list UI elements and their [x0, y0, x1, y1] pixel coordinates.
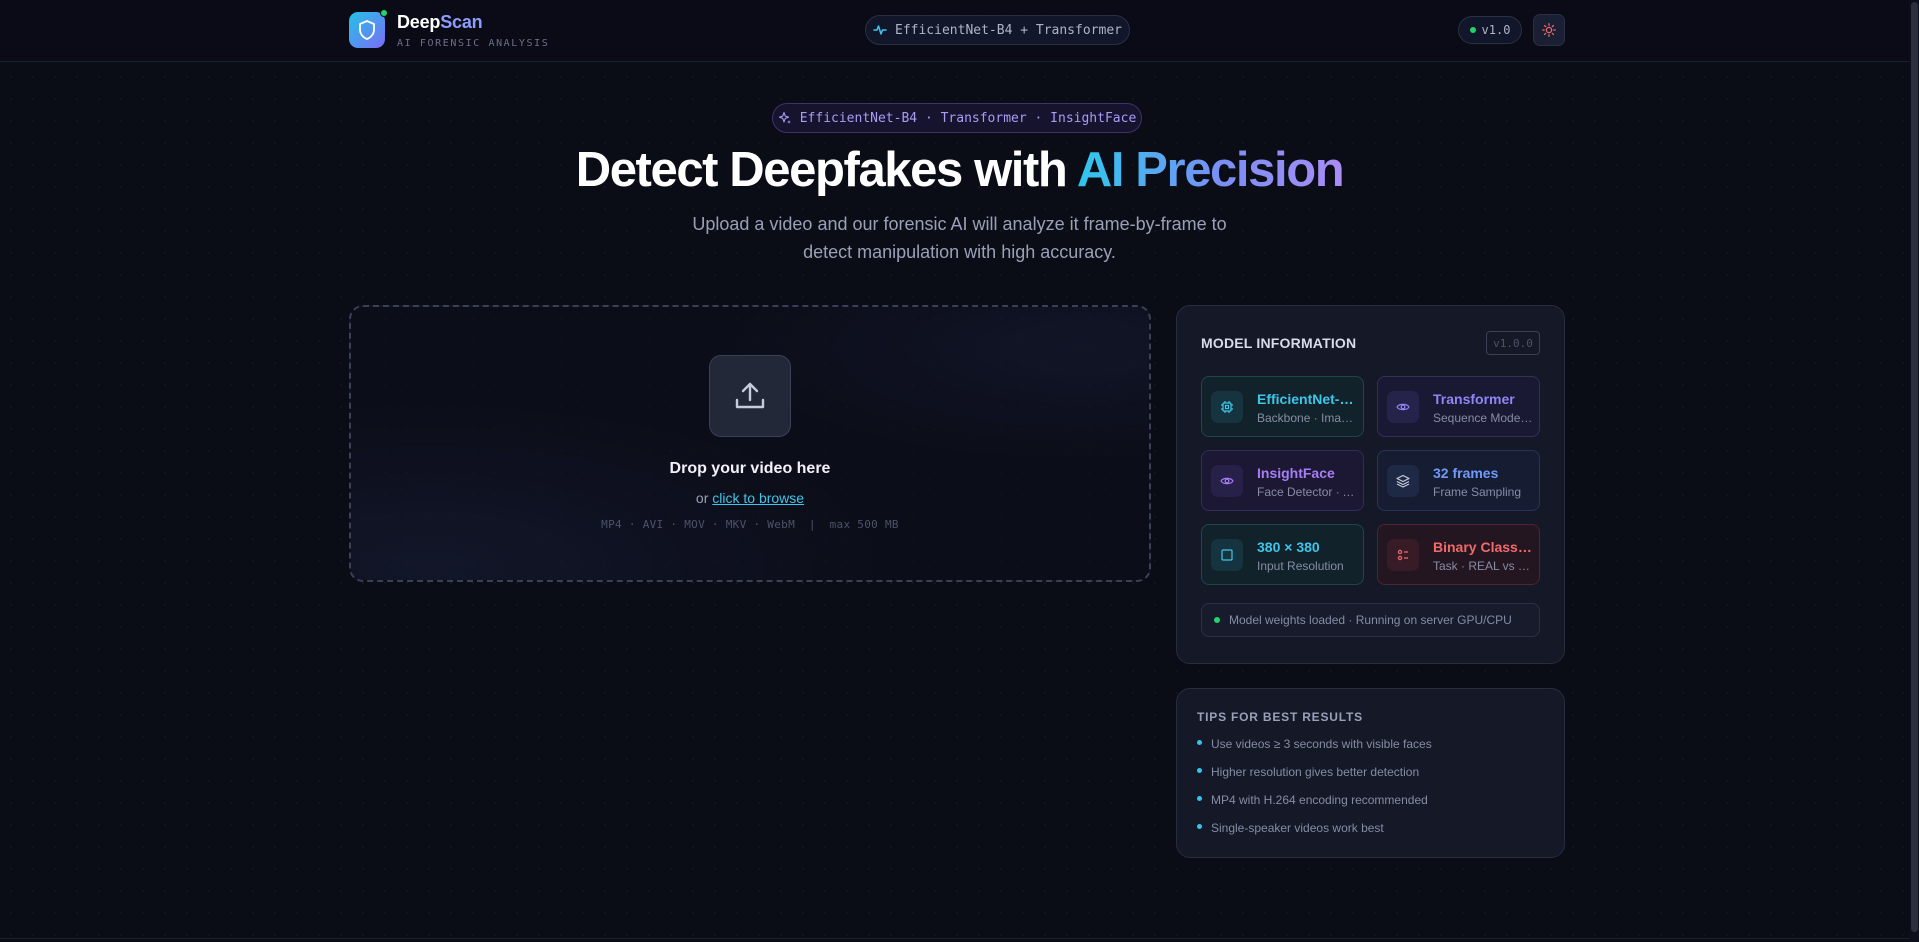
tip-text: Higher resolution gives better detection	[1211, 765, 1420, 779]
supported-formats: MP4 · AVI · MOV · MKV · WebM | max 500 M…	[601, 518, 899, 531]
tip-item: Higher resolution gives better detection	[1197, 765, 1419, 779]
model-tile-face-detector: InsightFace Face Detector · Alignment	[1201, 450, 1364, 511]
model-tile-detail: Sequence Modeling	[1433, 411, 1533, 425]
square-icon	[1211, 539, 1243, 571]
brand-logo[interactable]	[349, 12, 385, 48]
layers-icon	[1387, 465, 1419, 497]
footer-divider	[0, 938, 1909, 939]
vertical-scrollbar-thumb[interactable]	[1911, 2, 1918, 932]
hero-model-badge: EfficientNet-B4 · Transformer · InsightF…	[772, 103, 1142, 133]
model-status-text: Model weights loaded · Running on server…	[1229, 613, 1512, 627]
model-architecture-pill: EfficientNet-B4 + Transformer	[865, 15, 1130, 45]
model-tile-detail: Face Detector · Alignment	[1257, 485, 1357, 499]
model-tile-detail: Input Resolution	[1257, 559, 1344, 573]
model-tile-detail: Frame Sampling	[1433, 485, 1522, 499]
model-tile-sequence: Transformer Sequence Modeling	[1377, 376, 1540, 437]
tip-text: Single-speaker videos work best	[1211, 821, 1384, 835]
model-tile-name: Binary Classification	[1433, 539, 1533, 555]
eye-icon	[1211, 465, 1243, 497]
model-tile-name: Transformer	[1433, 391, 1515, 407]
version-badge: v1.0	[1458, 16, 1522, 44]
tip-item: MP4 with H.264 encoding recommended	[1197, 793, 1428, 807]
model-architecture-label: EfficientNet-B4 + Transformer	[895, 22, 1122, 38]
upload-icon	[735, 382, 765, 409]
brand-name-main: Deep	[397, 12, 441, 32]
bullet-dot	[1197, 767, 1202, 773]
hero-title: Detect Deepfakes with AI Precision	[0, 142, 1919, 198]
model-tile-name: 380 × 380	[1257, 539, 1320, 555]
dropzone-title: Drop your video here	[669, 460, 831, 477]
model-status-bar: Model weights loaded · Running on server…	[1201, 603, 1540, 637]
browse-files-link[interactable]: click to browse	[712, 490, 804, 506]
model-tile-task: Binary Classification Task · REAL vs FAK…	[1377, 524, 1540, 585]
bullet-dot	[1197, 739, 1202, 745]
status-dot	[1469, 27, 1476, 33]
hero-subtitle-line: Upload a video and our forensic AI will …	[692, 214, 1227, 234]
model-information-title: MODEL INFORMATION	[1201, 335, 1357, 351]
brand-name[interactable]: DeepScan	[397, 12, 483, 33]
bullet-dot	[1197, 795, 1202, 801]
split-compare-icon	[1387, 539, 1419, 571]
tip-text: Use videos ≥ 3 seconds with visible face…	[1211, 737, 1432, 751]
brand-name-accent: Scan	[440, 12, 483, 32]
status-dot	[1214, 617, 1220, 623]
model-tile-frame-sampling: 32 frames Frame Sampling	[1377, 450, 1540, 511]
cpu-chip-icon	[1211, 391, 1243, 423]
upload-button[interactable]	[709, 355, 791, 437]
dropzone-or-text: or	[695, 490, 709, 506]
hero-model-badge-label: EfficientNet-B4 · Transformer · InsightF…	[799, 110, 1137, 126]
model-tile-name: EfficientNet-B4	[1257, 391, 1357, 407]
tip-text: MP4 with H.264 encoding recommended	[1211, 793, 1428, 807]
model-tile-detail: Task · REAL vs FAKE	[1433, 559, 1533, 573]
shield-icon	[359, 20, 375, 40]
model-tile-input-resolution: 380 × 380 Input Resolution	[1201, 524, 1364, 585]
bullet-dot	[1197, 823, 1202, 829]
model-tile-backbone: EfficientNet-B4 Backbone · Image Feature…	[1201, 376, 1364, 437]
hero-title-highlight: AI Precision	[1076, 143, 1345, 197]
tips-title: TIPS FOR BEST RESULTS	[1197, 710, 1363, 724]
activity-pulse-icon	[873, 25, 887, 35]
model-tile-detail: Backbone · Image Features	[1257, 411, 1357, 425]
online-status-dot	[380, 9, 388, 17]
hero-subtitle-line: detect manipulation with high accuracy.	[803, 242, 1116, 262]
sun-icon	[1542, 23, 1556, 37]
model-version-badge: v1.0.0	[1486, 331, 1540, 355]
brand-subtitle: AI FORENSIC ANALYSIS	[397, 38, 550, 49]
hero-subtitle: Upload a video and our forensic AI will …	[0, 210, 1919, 266]
sparkles-icon	[778, 111, 791, 124]
tip-item: Use videos ≥ 3 seconds with visible face…	[1197, 737, 1432, 751]
tip-item: Single-speaker videos work best	[1197, 821, 1384, 835]
video-dropzone[interactable]	[349, 305, 1151, 582]
version-label: v1.0	[1481, 23, 1511, 37]
model-tile-name: InsightFace	[1257, 465, 1335, 481]
hero-title-plain: Detect Deepfakes with	[575, 143, 1077, 197]
model-tile-name: 32 frames	[1433, 465, 1499, 481]
theme-toggle-button[interactable]	[1533, 14, 1565, 46]
dropzone-browse-line: or click to browse	[349, 490, 1151, 506]
eye-icon	[1387, 391, 1419, 423]
